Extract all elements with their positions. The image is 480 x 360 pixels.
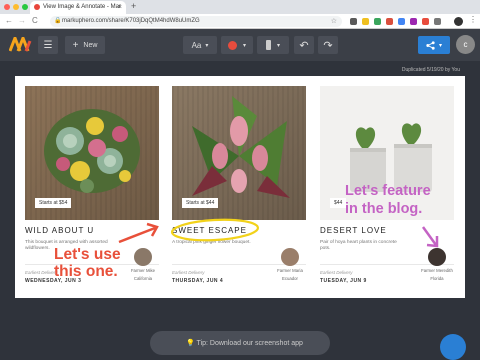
bookmark-star-icon[interactable]: ☆ (331, 16, 337, 27)
tab-title: View Image & Annotate - Mar (43, 4, 121, 10)
close-tab-icon[interactable]: × (118, 1, 122, 14)
annotation-line: Let's use (54, 246, 121, 263)
farmer-place: Ecuador (281, 276, 298, 281)
new-button-label: New (83, 41, 98, 49)
forward-icon[interactable]: → (18, 16, 26, 25)
share-icon (426, 40, 435, 50)
farmer-name: Farmer Meredith (421, 268, 453, 273)
undo-icon: ↶ (299, 39, 309, 52)
stroke-width-icon (265, 40, 271, 50)
reload-icon[interactable]: C (32, 16, 38, 25)
address-bar-row: ← → C 🔒 markuphero.com/share/K703jDqQtM4… (0, 14, 480, 29)
back-icon[interactable]: ← (5, 16, 13, 25)
extension-icon[interactable] (410, 18, 417, 25)
help-chat-button[interactable] (440, 334, 466, 360)
profile-icon[interactable] (454, 17, 463, 26)
extension-icon[interactable] (374, 18, 381, 25)
user-avatar[interactable]: c (456, 35, 475, 54)
delivery-label: Earliest Delivery (25, 270, 58, 275)
purple-text-annotation[interactable]: Let's feature in the blog. (345, 182, 431, 218)
annotation-canvas[interactable]: Starts at $54 WILD ABOUT U This bouquet … (15, 76, 465, 298)
color-swatch-icon (227, 40, 237, 50)
tip-banner[interactable]: 💡 Tip: Download our screenshot app (150, 331, 330, 355)
maximize-window-button[interactable] (22, 4, 28, 10)
lock-icon: 🔒 (54, 18, 62, 24)
product-title[interactable]: DESERT LOVE (320, 226, 387, 235)
hamburger-icon: ☰ (43, 39, 53, 51)
tab-bar: View Image & Annotate - Mar × + (0, 0, 480, 14)
product-description: Pair of hoya heart plants in concrete po… (320, 240, 397, 251)
delivery-label: Earliest Delivery (172, 270, 205, 275)
red-text-annotation[interactable]: Let's use this one. (54, 246, 121, 280)
browser-tab[interactable]: View Image & Annotate - Mar × (30, 1, 126, 14)
farmer-name: Farmer Maria (277, 268, 303, 273)
extension-icon[interactable] (386, 18, 393, 25)
plus-icon: + (72, 39, 79, 51)
chevron-down-icon: ▾ (438, 42, 442, 49)
extension-icon[interactable] (362, 18, 369, 25)
farmer-place: Florida (430, 276, 444, 281)
new-tab-button[interactable]: + (131, 1, 136, 11)
price-tag: Starts at $44 (182, 198, 219, 208)
chevron-down-icon: ▾ (242, 42, 246, 49)
price-tag: Starts at $54 (35, 198, 72, 208)
product-title[interactable]: WILD ABOUT U (25, 226, 94, 235)
browser-menu-icon[interactable]: ⋮ (469, 15, 477, 24)
red-arrow-annotation (118, 226, 156, 244)
url-field[interactable]: 🔒 markuphero.com/share/K703jDqQtM4hdW8uU… (50, 16, 342, 27)
farmer-place: California (133, 276, 153, 281)
chevron-down-icon: ▾ (276, 42, 280, 49)
markuphero-logo-icon[interactable] (9, 37, 33, 52)
browser-chrome: View Image & Annotate - Mar × + ← → C 🔒 … (0, 0, 480, 29)
url-text: markuphero.com/share/K703jDqQtM4hdW8uUmZ… (62, 18, 200, 24)
delivery-label: Earliest Delivery (320, 270, 353, 275)
price-tag: $44 (330, 198, 347, 208)
undo-button[interactable]: ↶ (294, 36, 314, 54)
product-description: A tropical pink ginger flower bouquet. (172, 240, 251, 245)
annotation-line: Let's feature (345, 183, 431, 199)
chevron-down-icon: ▾ (205, 42, 209, 49)
farmer-name: Farmer Mike (130, 268, 156, 273)
stroke-width-button[interactable]: ▾ (257, 36, 289, 54)
extension-icon[interactable] (434, 18, 441, 25)
menu-button[interactable]: ☰ (38, 36, 58, 54)
redo-icon: ↷ (323, 39, 333, 52)
annotation-line: this one. (54, 263, 118, 280)
color-picker-button[interactable]: ▾ (221, 36, 253, 54)
farmer-info: Farmer Meredith Florida (416, 248, 458, 282)
redo-button[interactable]: ↷ (318, 36, 338, 54)
font-size-button[interactable]: Aa ▾ (183, 36, 217, 54)
delivery-date: TUESDAY, JUN 9 (320, 278, 367, 284)
farmer-info: Farmer Mike California (127, 248, 159, 282)
farmer-avatar (428, 248, 446, 266)
share-button[interactable]: ▾ (418, 36, 450, 54)
purple-arrow-annotation (421, 226, 438, 246)
close-window-button[interactable] (4, 4, 10, 10)
minimize-window-button[interactable] (13, 4, 19, 10)
farmer-avatar (134, 248, 152, 266)
new-button[interactable]: + New (65, 36, 105, 54)
delivery-date: THURSDAY, JUN 4 (172, 278, 224, 284)
font-label: Aa (191, 40, 202, 50)
extension-icon[interactable] (350, 18, 357, 25)
app-toolbar: ☰ + New Aa ▾ ▾ ▾ ↶ ↷ ▾ c (0, 29, 480, 61)
extension-icon[interactable] (398, 18, 405, 25)
farmer-info: Farmer Maria Ecuador (274, 248, 306, 282)
extension-icon[interactable] (422, 18, 429, 25)
favicon-icon (34, 4, 40, 10)
farmer-avatar (281, 248, 299, 266)
annotation-line: in the blog. (345, 201, 423, 217)
product-title[interactable]: SWEET ESCAPE (172, 226, 247, 235)
duplicated-info: Duplicated 5/19/20 by You (401, 67, 460, 73)
